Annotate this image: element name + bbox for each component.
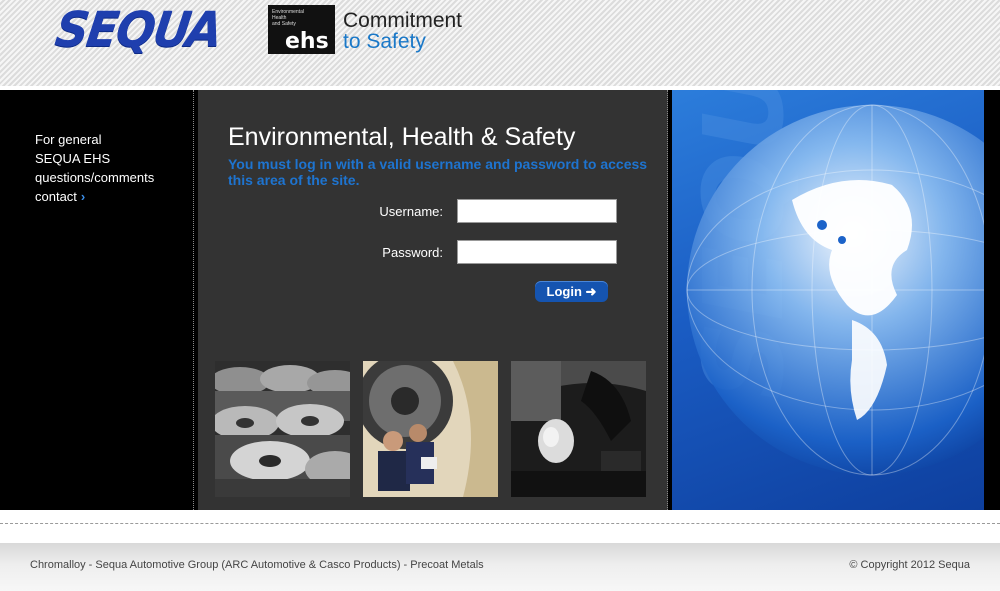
- ehs-badge-small-text: Environmental Health and Safety: [272, 9, 304, 27]
- footer: Chromalloy - Sequa Automotive Group (ARC…: [0, 543, 1000, 591]
- header: SEQUA Environmental Health and Safety eh…: [0, 0, 1000, 86]
- car-airbag-photo: [511, 361, 646, 497]
- footer-divider: [0, 523, 1000, 524]
- contact-label: contact: [35, 189, 77, 204]
- main-band: For general SEQUA EHS questions/comments…: [0, 90, 1000, 510]
- sidebar-contact-text: For general SEQUA EHS questions/comments…: [35, 130, 185, 206]
- sidebar-line: For general: [35, 132, 102, 147]
- login-panel: Environmental, Health & Safety You must …: [198, 90, 668, 510]
- engine-workers-photo: [363, 361, 498, 497]
- username-label: Username:: [379, 204, 443, 219]
- page-title: Environmental, Health & Safety: [228, 123, 576, 151]
- password-input[interactable]: [457, 240, 617, 264]
- login-button[interactable]: Login ➜: [535, 281, 608, 302]
- contact-link[interactable]: contact ›: [35, 187, 85, 206]
- username-input[interactable]: [457, 199, 617, 223]
- copyright-text: © Copyright 2012 Sequa: [849, 559, 970, 571]
- chevron-right-icon: ›: [80, 189, 86, 204]
- login-required-message: You must log in with a valid username an…: [228, 156, 648, 188]
- ehs-badge-text: ehs: [285, 29, 329, 54]
- footer-company-links[interactable]: Chromalloy - Sequa Automotive Group (ARC…: [30, 559, 484, 571]
- globe-image: SEQUA: [672, 90, 984, 510]
- sidebar-line: questions/comments: [35, 170, 155, 185]
- right-edge: [984, 90, 1000, 510]
- tagline-to-safety: to Safety: [343, 30, 426, 53]
- sequa-logo[interactable]: SEQUA: [52, 1, 225, 58]
- sidebar: For general SEQUA EHS questions/comments…: [0, 90, 194, 510]
- sidebar-line: SEQUA EHS: [35, 151, 111, 166]
- ehs-badge-logo: Environmental Health and Safety ehs: [268, 5, 335, 54]
- steel-coils-photo: [215, 361, 350, 497]
- password-label: Password:: [382, 245, 443, 260]
